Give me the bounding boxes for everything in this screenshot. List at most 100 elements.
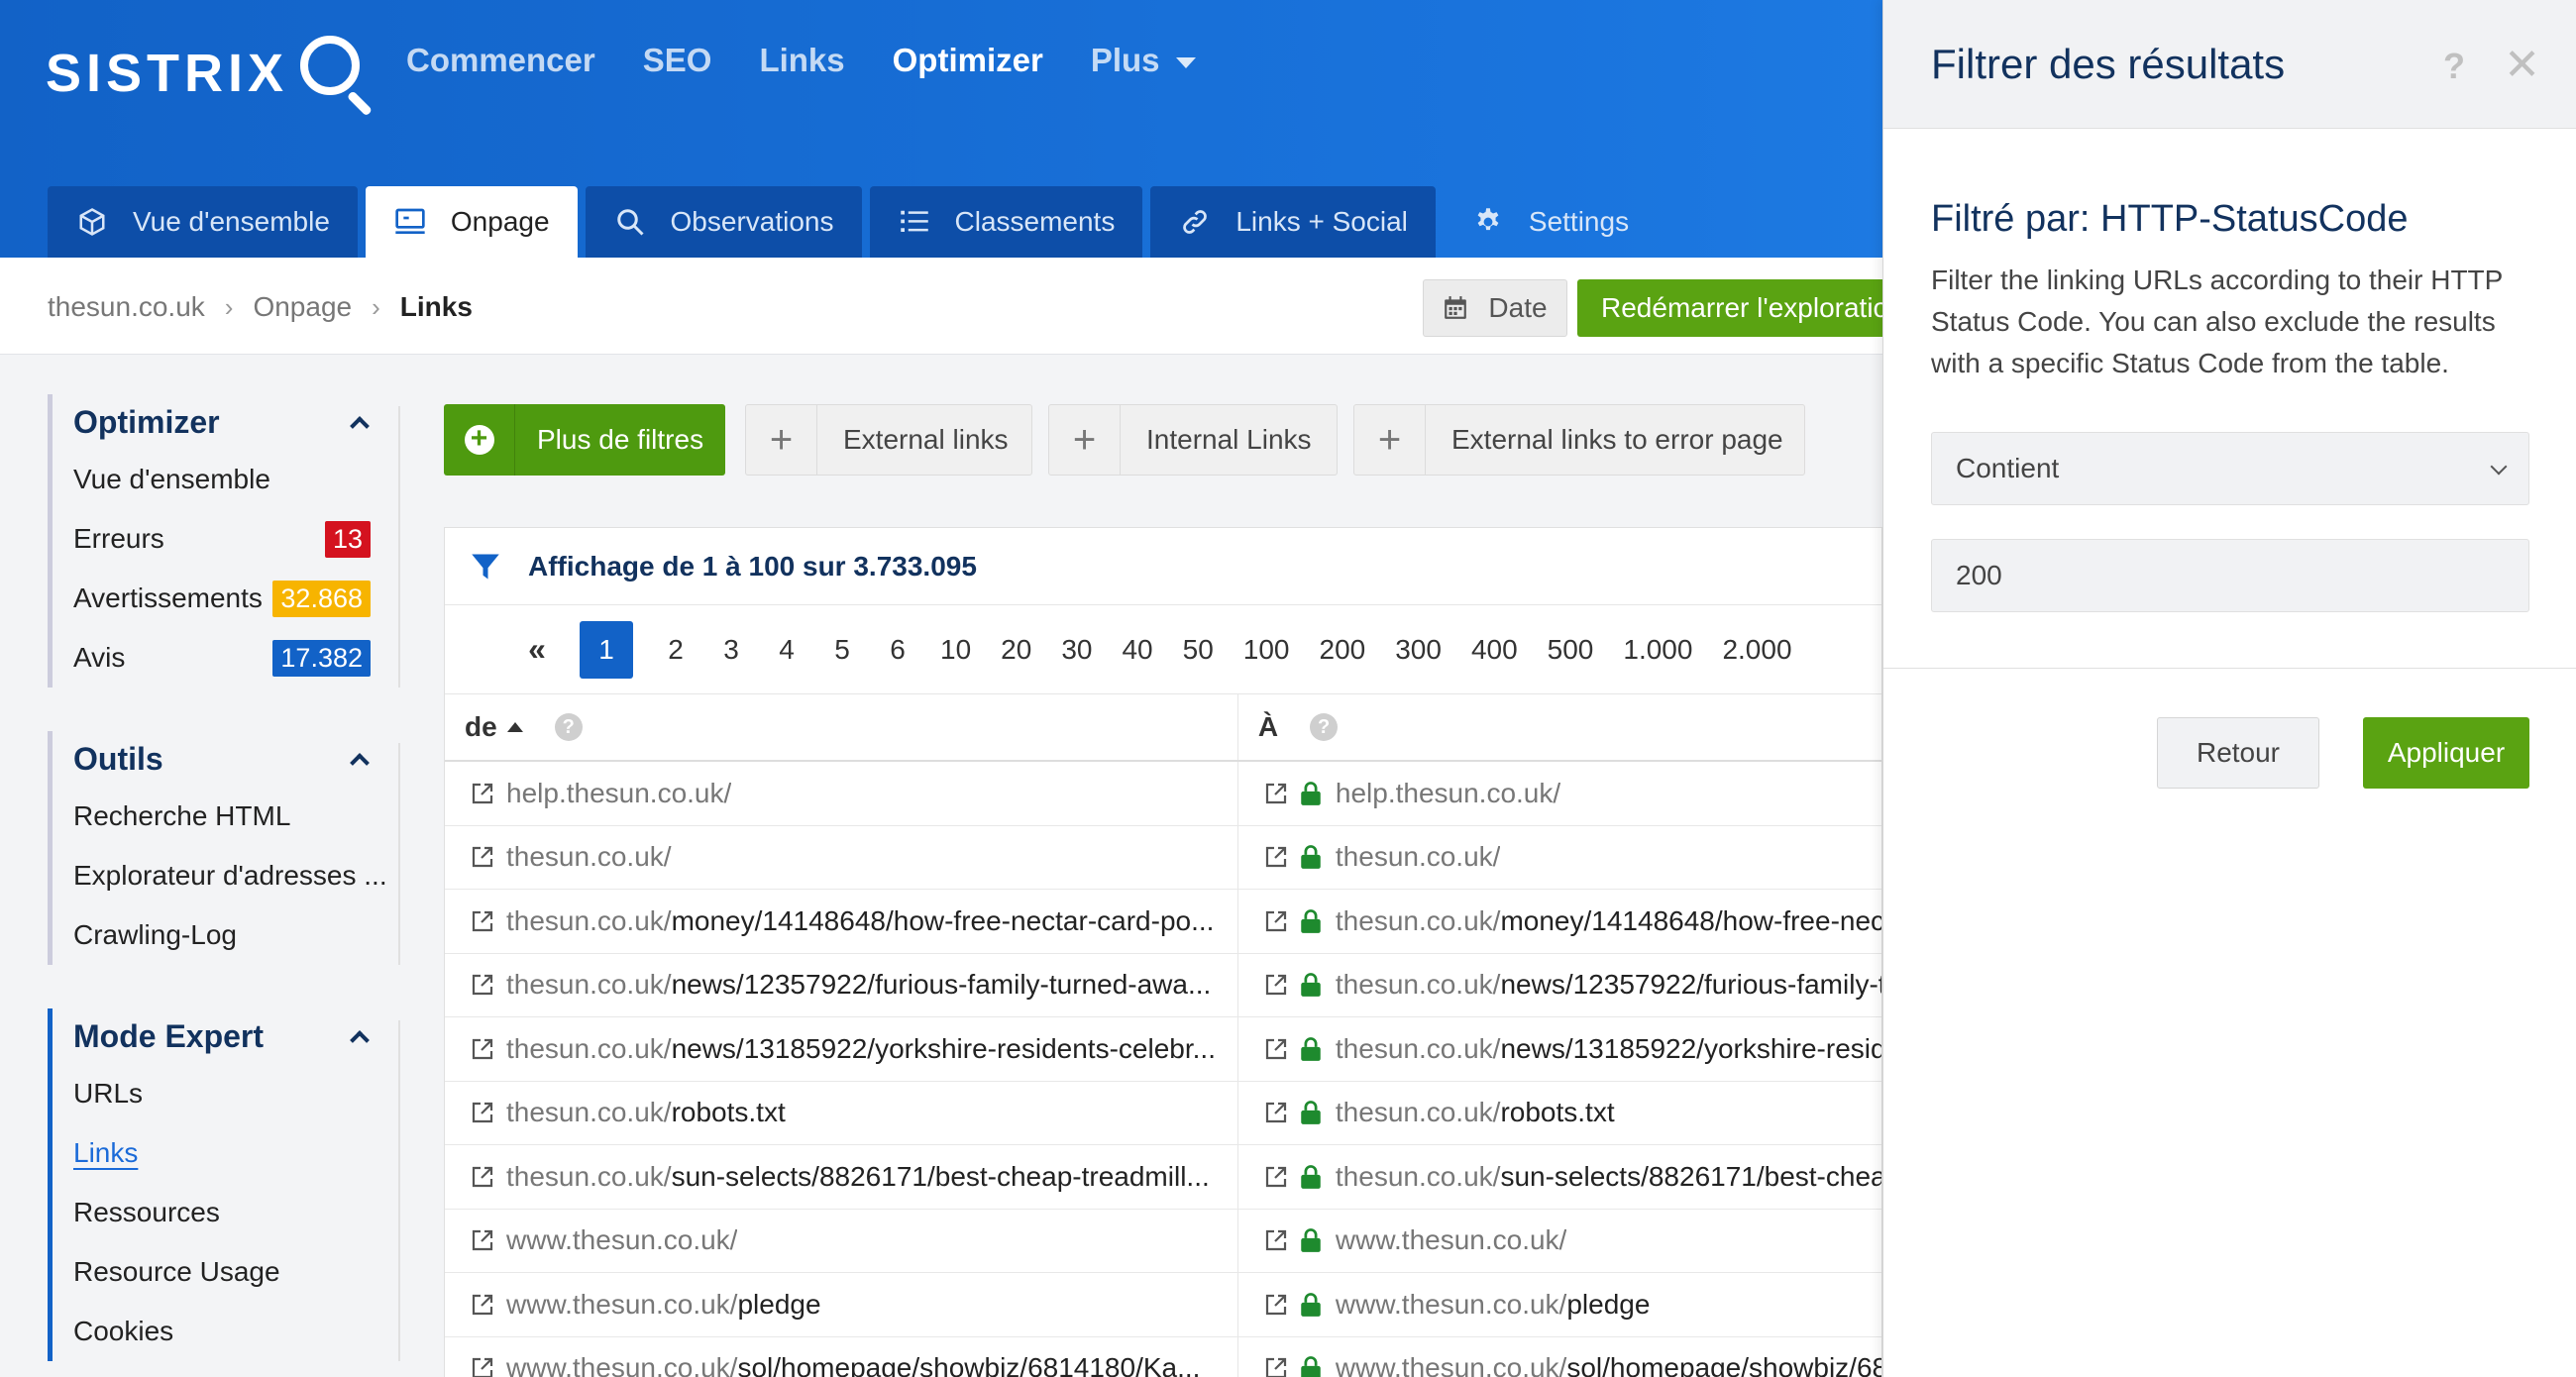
sidebar-item-avis[interactable]: Avis 17.382	[73, 628, 396, 688]
to-url-link[interactable]: thesun.co.uk/sun-selects/8826171/best-ch…	[1336, 1161, 1881, 1193]
sidebar-item-avertissements[interactable]: Avertissements 32.868	[73, 569, 396, 628]
to-url-link[interactable]: thesun.co.uk/money/14148648/how-free-nec…	[1336, 905, 1881, 937]
breadcrumb-onpage[interactable]: Onpage	[253, 291, 352, 323]
page-button[interactable]: 2	[663, 634, 689, 666]
back-button[interactable]: Retour	[2157, 717, 2319, 789]
sidebar-item-cookies[interactable]: Cookies	[73, 1302, 396, 1361]
page-button[interactable]: 1.000	[1623, 634, 1692, 666]
help-icon[interactable]: ?	[1310, 713, 1339, 741]
external-link-icon[interactable]	[1264, 782, 1288, 805]
more-filters-button[interactable]: + Plus de filtres	[444, 404, 725, 476]
external-link-icon[interactable]	[1264, 1037, 1288, 1061]
page-button[interactable]: 300	[1395, 634, 1442, 666]
external-link-icon[interactable]	[471, 1356, 494, 1377]
sidebar-item-urls[interactable]: URLs	[73, 1064, 396, 1123]
filter-chip-external-links[interactable]: + External links	[745, 404, 1032, 476]
page-button[interactable]: 5	[829, 634, 855, 666]
from-url-link[interactable]: www.thesun.co.uk/sol/homepage/showbiz/68…	[506, 1352, 1200, 1377]
sistrix-logo[interactable]: SISTRIX	[46, 30, 374, 117]
sidebar-item-crawling-log[interactable]: Crawling-Log	[73, 905, 396, 965]
nav-plus[interactable]: Plus	[1091, 42, 1196, 79]
first-page-button[interactable]: «	[524, 631, 550, 668]
nav-links[interactable]: Links	[759, 42, 844, 79]
from-url-link[interactable]: www.thesun.co.uk/pledge	[506, 1289, 821, 1321]
page-button[interactable]: 100	[1243, 634, 1290, 666]
breadcrumb-domain[interactable]: thesun.co.uk	[48, 291, 205, 323]
to-url-link[interactable]: www.thesun.co.uk/pledge	[1336, 1289, 1651, 1321]
page-button[interactable]: 30	[1061, 634, 1092, 666]
sidebar-item-explorateur[interactable]: Explorateur d'adresses ...	[73, 846, 396, 905]
column-header-to[interactable]: À ?	[1238, 694, 1881, 760]
page-button[interactable]: 20	[1001, 634, 1031, 666]
page-button[interactable]: 2.000	[1722, 634, 1791, 666]
sidebar-item-resource-usage[interactable]: Resource Usage	[73, 1242, 396, 1302]
page-button[interactable]: 200	[1320, 634, 1366, 666]
sidebar-item-ressources[interactable]: Ressources	[73, 1183, 396, 1242]
external-link-icon[interactable]	[471, 1037, 494, 1061]
sidebar-item-erreurs[interactable]: Erreurs 13	[73, 509, 396, 569]
close-icon[interactable]: ✕	[2504, 40, 2540, 90]
external-link-icon[interactable]	[1264, 1228, 1288, 1252]
external-link-icon[interactable]	[1264, 1356, 1288, 1377]
to-url-link[interactable]: www.thesun.co.uk/sol/homepage/showbiz/68…	[1336, 1352, 1881, 1377]
from-url-link[interactable]: thesun.co.uk/	[506, 841, 672, 873]
operator-select[interactable]: Contient	[1931, 432, 2529, 505]
nav-optimizer[interactable]: Optimizer	[893, 42, 1043, 79]
tab-classements[interactable]: Classements	[869, 186, 1143, 258]
external-link-icon[interactable]	[471, 1228, 494, 1252]
page-button[interactable]: 50	[1183, 634, 1214, 666]
external-link-icon[interactable]	[471, 1293, 494, 1317]
external-link-icon[interactable]	[1264, 1293, 1288, 1317]
sidebar-item-recherche-html[interactable]: Recherche HTML	[73, 787, 396, 846]
external-link-icon[interactable]	[471, 845, 494, 869]
from-url-link[interactable]: thesun.co.uk/news/12357922/furious-famil…	[506, 969, 1211, 1001]
external-link-icon[interactable]	[1264, 1165, 1288, 1189]
page-button[interactable]: 6	[885, 634, 911, 666]
current-page-button[interactable]: 1	[580, 620, 633, 679]
to-url-link[interactable]: www.thesun.co.uk/	[1336, 1224, 1566, 1256]
page-button[interactable]: 4	[774, 634, 800, 666]
restart-crawl-button[interactable]: Redémarrer l'exploration	[1577, 279, 1894, 337]
from-url-link[interactable]: thesun.co.uk/news/13185922/yorkshire-res…	[506, 1033, 1216, 1065]
sidebar-group-title[interactable]: Optimizer	[73, 394, 396, 450]
page-button[interactable]: 500	[1548, 634, 1594, 666]
sidebar-item-vue-ensemble[interactable]: Vue d'ensemble	[73, 450, 396, 509]
external-link-icon[interactable]	[471, 1101, 494, 1124]
external-link-icon[interactable]	[471, 1165, 494, 1189]
from-url-link[interactable]: thesun.co.uk/money/14148648/how-free-nec…	[506, 905, 1214, 937]
from-url-link[interactable]: thesun.co.uk/sun-selects/8826171/best-ch…	[506, 1161, 1210, 1193]
tab-onpage[interactable]: Onpage	[365, 186, 578, 258]
apply-button[interactable]: Appliquer	[2363, 717, 2529, 789]
status-code-input[interactable]	[1931, 539, 2529, 612]
page-button[interactable]: 40	[1122, 634, 1152, 666]
tab-vue-ensemble[interactable]: Vue d'ensemble	[48, 186, 358, 258]
to-url-link[interactable]: thesun.co.uk/news/12357922/furious-famil…	[1336, 969, 1881, 1001]
from-url-link[interactable]: www.thesun.co.uk/	[506, 1224, 737, 1256]
to-url-link[interactable]: thesun.co.uk/	[1336, 841, 1501, 873]
from-url-link[interactable]: thesun.co.uk/robots.txt	[506, 1097, 786, 1128]
help-icon[interactable]: ?	[2443, 46, 2465, 87]
tab-observations[interactable]: Observations	[585, 186, 862, 258]
sidebar-item-links[interactable]: Links	[73, 1123, 396, 1183]
page-button[interactable]: 10	[940, 634, 971, 666]
filter-chip-external-error[interactable]: + External links to error page	[1353, 404, 1805, 476]
external-link-icon[interactable]	[471, 973, 494, 997]
column-header-from[interactable]: de ?	[445, 694, 1238, 760]
tab-links-social[interactable]: Links + Social	[1150, 186, 1436, 258]
external-link-icon[interactable]	[1264, 845, 1288, 869]
to-url-link[interactable]: thesun.co.uk/robots.txt	[1336, 1097, 1615, 1128]
sidebar-group-title[interactable]: Mode Expert	[73, 1008, 396, 1064]
filter-funnel-icon[interactable]	[471, 552, 500, 582]
date-button[interactable]: Date	[1423, 279, 1567, 337]
tab-settings[interactable]: Settings	[1444, 186, 1657, 258]
help-icon[interactable]: ?	[554, 713, 583, 741]
from-url-link[interactable]: help.thesun.co.uk/	[506, 778, 731, 809]
external-link-icon[interactable]	[1264, 909, 1288, 933]
page-button[interactable]: 3	[718, 634, 744, 666]
external-link-icon[interactable]	[471, 782, 494, 805]
to-url-link[interactable]: help.thesun.co.uk/	[1336, 778, 1560, 809]
nav-seo[interactable]: SEO	[643, 42, 712, 79]
filter-chip-internal-links[interactable]: + Internal Links	[1048, 404, 1338, 476]
nav-commencer[interactable]: Commencer	[406, 42, 595, 79]
external-link-icon[interactable]	[1264, 1101, 1288, 1124]
